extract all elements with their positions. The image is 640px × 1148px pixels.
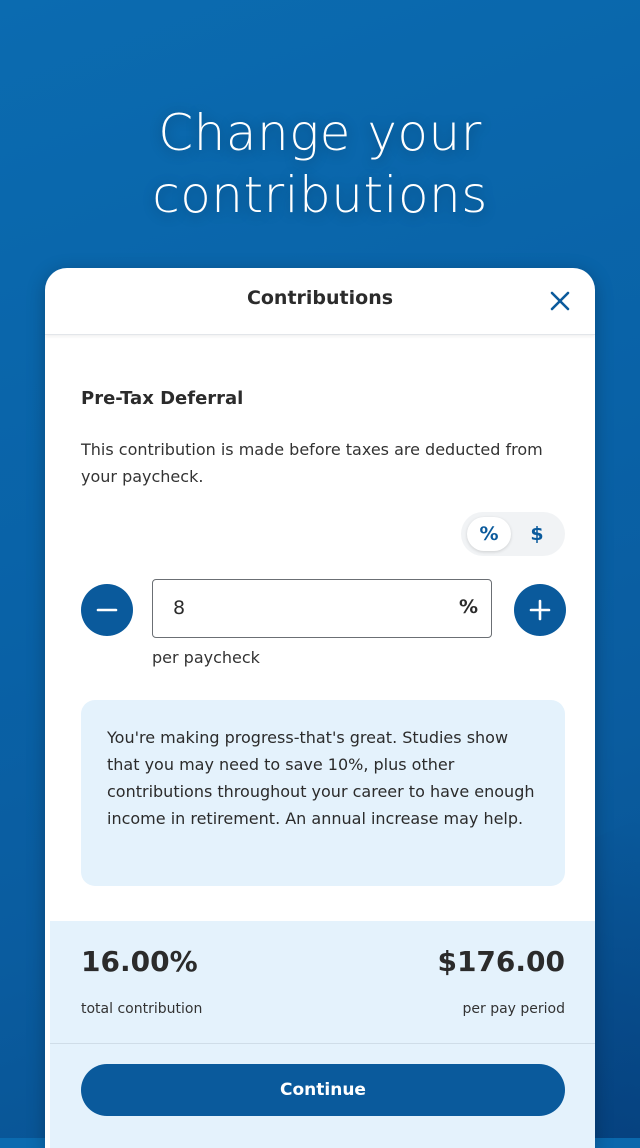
close-button[interactable] [545, 286, 575, 316]
unit-toggle: % $ [461, 512, 565, 556]
contributions-sheet: Contributions Pre-Tax Deferral This cont… [45, 268, 595, 1148]
continue-button[interactable]: Continue [81, 1064, 565, 1116]
plus-icon [529, 599, 551, 621]
deferral-title: Pre-Tax Deferral [81, 388, 244, 409]
decrement-button[interactable] [81, 584, 133, 636]
increment-button[interactable] [514, 584, 566, 636]
headline-line-2: contributions [152, 166, 488, 224]
per-paycheck-label: per paycheck [152, 648, 260, 667]
amount-unit: % [458, 596, 478, 618]
contribution-amount-input[interactable]: 8 % [152, 579, 492, 638]
sheet-footer: Continue [50, 1044, 595, 1148]
minus-icon [96, 608, 118, 612]
deferral-description: This contribution is made before taxes a… [81, 440, 543, 486]
sheet-title: Contributions [246, 287, 394, 309]
percent-toggle-option[interactable]: % [467, 517, 511, 551]
contribution-summary: 16.00% total contribution $176.00 per pa… [50, 921, 595, 1044]
sheet-header: Contributions [45, 268, 595, 335]
amount-value: 8 [173, 597, 186, 619]
total-contribution-label: total contribution [81, 1001, 203, 1017]
total-contribution-percent: 16.00% [81, 945, 198, 978]
dollar-toggle-option[interactable]: $ [515, 517, 559, 551]
pay-period-label: per pay period [462, 1001, 565, 1017]
close-icon [550, 291, 570, 311]
pay-period-amount: $176.00 [437, 945, 565, 978]
promo-headline: Change your contributions [0, 102, 640, 226]
headline-line-1: Change your [158, 104, 482, 162]
info-message: You're making progress-that's great. Stu… [81, 700, 565, 886]
